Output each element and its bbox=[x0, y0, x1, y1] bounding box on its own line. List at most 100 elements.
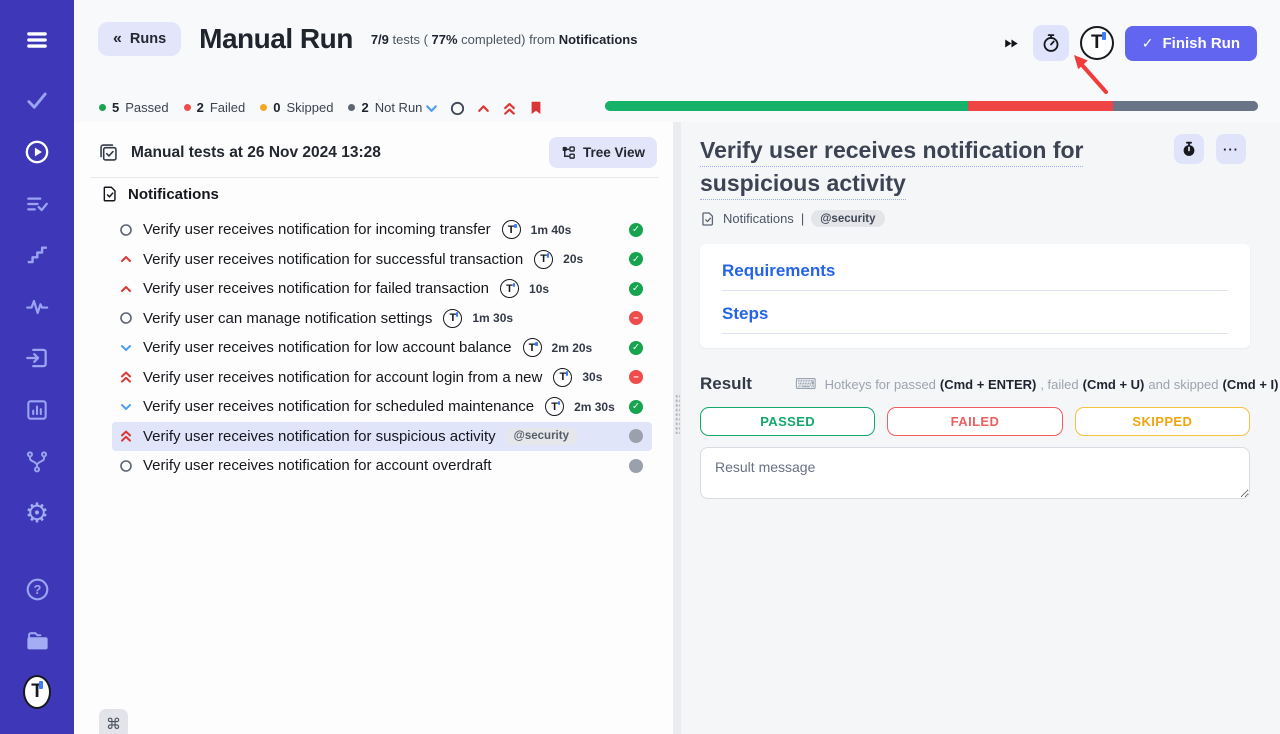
stairs-icon bbox=[24, 242, 50, 268]
breadcrumb: Notifications | @security bbox=[700, 210, 1250, 227]
run-summary: 7/9 tests ( 77% completed) from Notifica… bbox=[371, 32, 638, 47]
test-title: Verify user receives notification for sc… bbox=[143, 398, 534, 415]
test-status-badge: ✓ bbox=[629, 252, 643, 266]
security-tag[interactable]: @security bbox=[811, 210, 884, 227]
detail-title-text[interactable]: Verify user receives notification for su… bbox=[700, 137, 1083, 200]
test-row[interactable]: Verify user receives notification for su… bbox=[112, 245, 652, 275]
hotkeys-hint: ⌨ Hotkeys for passed (Cmd + ENTER) , fai… bbox=[795, 375, 1279, 393]
sidebar: ⚙ ? T bbox=[0, 0, 74, 734]
run-title: Manual tests at 26 Nov 2024 13:28 bbox=[131, 144, 381, 162]
keyboard-icon: ⌨ bbox=[795, 375, 817, 393]
breadcrumb-separator: | bbox=[801, 211, 804, 226]
progress-bar bbox=[605, 101, 1258, 111]
test-row[interactable]: Verify user receives notification for in… bbox=[112, 215, 652, 245]
test-row[interactable]: Verify user receives notification for fa… bbox=[112, 274, 652, 304]
header: « Runs Manual Run 7/9 tests ( 77% comple… bbox=[98, 22, 637, 56]
suite-name: Notifications bbox=[559, 32, 638, 47]
suite-row[interactable]: Notifications bbox=[101, 185, 219, 203]
test-title: Verify user receives notification for ac… bbox=[143, 369, 542, 386]
test-duration: 10s bbox=[529, 282, 549, 296]
sidebar-logo[interactable]: T bbox=[23, 678, 51, 706]
sidebar-item-reports[interactable] bbox=[23, 396, 51, 424]
suite-file-icon bbox=[700, 211, 716, 227]
sidebar-item-branches[interactable] bbox=[23, 448, 51, 476]
test-list: Verify user receives notification for in… bbox=[112, 215, 652, 481]
skipped-button[interactable]: SKIPPED bbox=[1075, 407, 1250, 436]
play-circle-icon bbox=[23, 138, 51, 166]
run-clipboard-icon bbox=[98, 142, 119, 163]
run-tests-panel: Manual tests at 26 Nov 2024 13:28 Tree V… bbox=[74, 122, 673, 734]
sidebar-item-help[interactable]: ? bbox=[23, 575, 51, 603]
breadcrumb-suite[interactable]: Notifications bbox=[723, 211, 794, 226]
sidebar-item-tests[interactable] bbox=[23, 86, 51, 114]
testomat-logo-icon: T bbox=[545, 397, 564, 416]
menu-button[interactable] bbox=[23, 26, 51, 54]
timer-button[interactable] bbox=[1033, 25, 1069, 61]
test-title: Verify user receives notification for su… bbox=[143, 251, 523, 268]
progress-segment-failed bbox=[968, 101, 1113, 111]
sidebar-item-projects[interactable] bbox=[23, 627, 51, 655]
test-row[interactable]: Verify user receives notification for lo… bbox=[112, 333, 652, 363]
test-detail-panel: ··· Verify user receives notification fo… bbox=[681, 122, 1280, 734]
test-row[interactable]: Verify user receives notification for ac… bbox=[112, 451, 652, 481]
section-steps[interactable]: Steps bbox=[722, 304, 1228, 334]
priority-icon bbox=[119, 341, 133, 355]
priority-icon bbox=[119, 311, 133, 325]
stat-notrun[interactable]: 2Not Run bbox=[348, 100, 422, 115]
check-icon bbox=[24, 87, 50, 113]
passed-button[interactable]: PASSED bbox=[700, 407, 875, 436]
more-options-button[interactable]: ··· bbox=[1216, 134, 1246, 164]
detail-timer-button[interactable] bbox=[1174, 134, 1204, 164]
test-status-badge: − bbox=[629, 311, 643, 325]
stopwatch-icon bbox=[1040, 32, 1062, 54]
verdict-buttons: PASSED FAILED SKIPPED bbox=[700, 407, 1250, 436]
sidebar-item-plans[interactable] bbox=[23, 190, 51, 218]
back-label: Runs bbox=[130, 31, 166, 47]
filter-priority-normal[interactable] bbox=[450, 101, 465, 116]
filter-priority-high[interactable] bbox=[476, 101, 491, 116]
test-status-badge: ✓ bbox=[629, 282, 643, 296]
svg-text:?: ? bbox=[33, 582, 41, 597]
test-duration: 1m 40s bbox=[531, 223, 572, 237]
user-avatar[interactable]: T bbox=[1080, 26, 1114, 60]
filter-flagged[interactable] bbox=[528, 100, 544, 116]
sidebar-item-pulse[interactable] bbox=[23, 293, 51, 321]
command-hotkey-button[interactable]: ⌘ bbox=[99, 709, 128, 734]
sidebar-item-import[interactable] bbox=[23, 344, 51, 372]
stat-dot bbox=[184, 104, 191, 111]
hamburger-icon bbox=[23, 26, 51, 54]
test-status-badge bbox=[629, 459, 643, 473]
ellipsis-icon: ··· bbox=[1223, 142, 1239, 157]
back-to-runs-button[interactable]: « Runs bbox=[98, 22, 181, 56]
panel-resize-handle[interactable] bbox=[673, 122, 681, 734]
failed-button[interactable]: FAILED bbox=[887, 407, 1062, 436]
result-message-input[interactable] bbox=[700, 447, 1250, 499]
test-row[interactable]: Verify user receives notification for sc… bbox=[112, 392, 652, 422]
filter-priority-low[interactable] bbox=[424, 101, 439, 116]
tests-count: 7/9 bbox=[371, 32, 389, 47]
sidebar-item-settings[interactable]: ⚙ bbox=[23, 499, 51, 527]
finish-run-button[interactable]: ✓ Finish Run bbox=[1125, 26, 1257, 61]
back-chevrons-icon: « bbox=[113, 30, 122, 48]
test-row[interactable]: Verify user receives notification for su… bbox=[112, 422, 652, 452]
test-title: Verify user receives notification for su… bbox=[143, 428, 496, 445]
section-requirements[interactable]: Requirements bbox=[722, 261, 1228, 291]
test-row[interactable]: Verify user receives notification for ac… bbox=[112, 363, 652, 393]
test-row[interactable]: Verify user can manage notification sett… bbox=[112, 304, 652, 334]
sidebar-item-steps[interactable] bbox=[23, 241, 51, 269]
tree-view-button[interactable]: Tree View bbox=[549, 137, 657, 168]
tree-icon bbox=[561, 145, 576, 160]
stopwatch-icon bbox=[1180, 140, 1198, 158]
fast-forward-icon[interactable] bbox=[1003, 36, 1019, 51]
filter-priority-urgent[interactable] bbox=[502, 101, 517, 116]
test-duration: 30s bbox=[582, 370, 602, 384]
testomat-logo-icon: T bbox=[502, 220, 521, 239]
stat-passed[interactable]: 5Passed bbox=[99, 100, 169, 115]
testomat-logo-icon: T bbox=[443, 309, 462, 328]
stat-skipped[interactable]: 0Skipped bbox=[260, 100, 333, 115]
priority-icon bbox=[119, 282, 133, 296]
stat-failed[interactable]: 2Failed bbox=[184, 100, 246, 115]
completed-percent: 77% bbox=[432, 32, 458, 47]
priority-icon bbox=[119, 400, 133, 414]
sidebar-item-runs[interactable] bbox=[23, 138, 51, 166]
